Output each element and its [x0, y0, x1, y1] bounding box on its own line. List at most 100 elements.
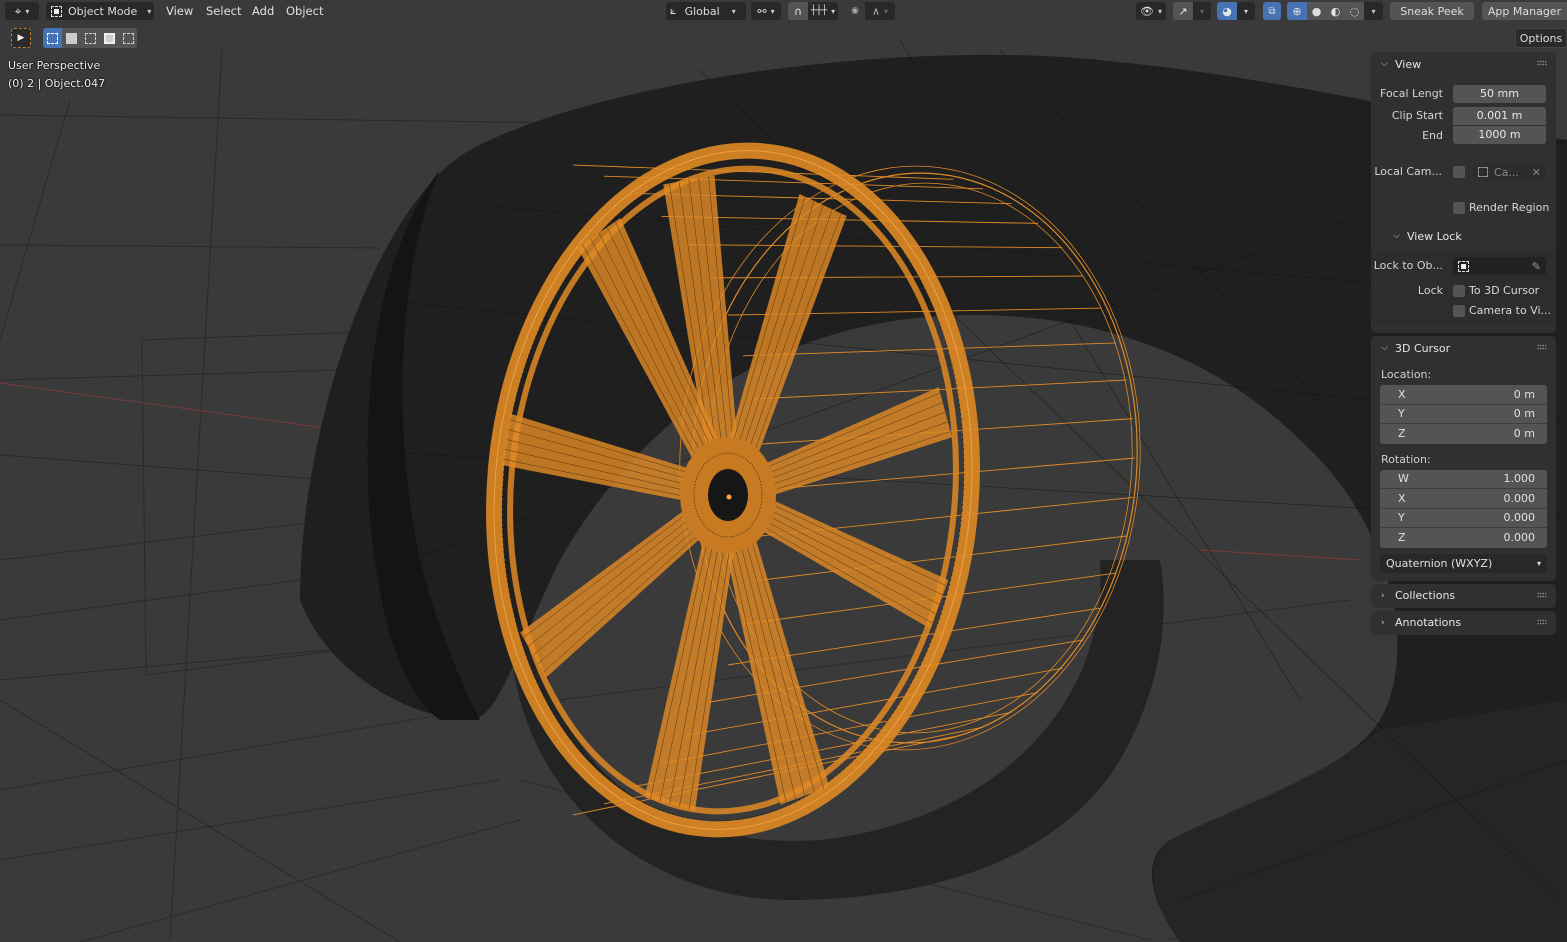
magnet-icon: ∩ — [793, 4, 803, 18]
drag-grip-icon[interactable] — [1537, 591, 1547, 598]
cursor-location-x[interactable]: X 0 m — [1380, 385, 1547, 405]
panel-title: Collections — [1395, 589, 1456, 602]
local-camera-label: Local Cam... — [1374, 165, 1442, 178]
chevron-right-icon: › — [1381, 617, 1385, 628]
eyedropper-icon[interactable]: ✎ — [1532, 260, 1541, 273]
chevron-down-icon: ▾ — [1157, 6, 1162, 16]
3d-viewport[interactable]: User Perspective (0) 2 | Object.047 — [0, 0, 1567, 942]
overlays-toggle[interactable]: ◕ — [1217, 2, 1237, 20]
drag-grip-icon[interactable] — [1537, 60, 1547, 66]
panel-3d-cursor: ⌵ 3D Cursor Location: X 0 m Y 0 m Z 0 m Rot… — [1371, 336, 1556, 581]
lock-to-object-field[interactable]: ✎ — [1453, 257, 1546, 275]
select-extend-button[interactable] — [62, 28, 81, 48]
select-extend-icon — [66, 32, 77, 44]
clip-end-field[interactable]: 1000 m — [1453, 126, 1546, 144]
camera-object-icon — [1478, 167, 1488, 177]
transform-orientation-dropdown[interactable]: ⟀ Global ▾ — [666, 2, 746, 20]
clip-end-label: End — [1422, 129, 1443, 142]
cursor-location-y[interactable]: Y 0 m — [1380, 405, 1547, 424]
clear-x-icon[interactable]: ✕ — [1532, 166, 1541, 179]
focal-length-label: Focal Lengt — [1380, 87, 1443, 100]
snap-increment-icon: ┼┼┼ — [810, 6, 828, 16]
falloff-dropdown[interactable]: ∧ ▾ — [865, 2, 895, 20]
cursor-rotation-w[interactable]: W 1.000 — [1380, 470, 1547, 489]
snap-target-dropdown[interactable]: ┼┼┼ ▾ — [808, 2, 838, 20]
menu-select[interactable]: Select — [206, 3, 241, 19]
cursor-location-z[interactable]: Z 0 m — [1380, 424, 1547, 444]
snap-toggle[interactable]: ∩ — [788, 2, 808, 20]
select-intersect-button[interactable] — [119, 28, 137, 48]
rotation-mode-dropdown[interactable]: Quaternion (WXYZ) ▾ — [1380, 553, 1547, 573]
object-mode-icon — [51, 5, 62, 17]
panel-3d-cursor-header[interactable]: ⌵ 3D Cursor — [1371, 336, 1556, 360]
proportional-edit-group: ◉ ∧ ▾ — [845, 2, 895, 20]
selection-mode-group — [43, 28, 137, 48]
drag-grip-icon[interactable] — [1537, 344, 1547, 350]
shading-material-button[interactable]: ◐ — [1326, 2, 1345, 20]
viewport-scene[interactable] — [0, 0, 1567, 942]
viewport-header: ⌖ ▾ Object Mode ▾ View Select Add Object … — [0, 0, 1567, 22]
shading-rendered-button[interactable]: ◌ — [1345, 2, 1364, 20]
cursor-rotation-y[interactable]: Y 0.000 — [1380, 509, 1547, 528]
overlays-group: ◕ ▾ — [1217, 2, 1255, 20]
select-set-button[interactable] — [43, 28, 62, 48]
select-invert-button[interactable] — [100, 28, 119, 48]
local-camera-checkbox[interactable] — [1453, 166, 1465, 178]
select-subtract-icon — [85, 32, 96, 44]
pivot-point-icon: ⚯ — [757, 4, 767, 18]
clip-start-field[interactable]: 0.001 m — [1453, 107, 1546, 125]
proportional-edit-toggle[interactable]: ◉ — [845, 2, 865, 20]
cursor-rotation-x[interactable]: X 0.000 — [1380, 489, 1547, 509]
gizmo-dropdown[interactable]: ▾ — [1193, 2, 1211, 20]
orientation-axes-icon: ⟀ — [670, 4, 677, 17]
shading-dropdown[interactable]: ▾ — [1364, 2, 1383, 20]
select-tool-button[interactable]: ▶ — [11, 28, 31, 48]
axis-label: W — [1398, 472, 1409, 486]
chevron-down-icon: ▾ — [831, 6, 836, 16]
chevron-down-icon: ⌵ — [1381, 343, 1388, 353]
options-button[interactable]: Options — [1515, 28, 1567, 48]
overlays-dropdown[interactable]: ▾ — [1237, 2, 1255, 20]
mode-dropdown[interactable]: Object Mode ▾ — [46, 2, 154, 20]
xray-toggle[interactable]: ⧉ — [1263, 2, 1281, 20]
cursor-location-vector: X 0 m Y 0 m Z 0 m — [1380, 385, 1547, 444]
drag-grip-icon[interactable] — [1537, 618, 1547, 625]
app-manager-button[interactable]: App Manager — [1482, 2, 1567, 20]
axis-value: 0.000 — [1503, 531, 1536, 545]
cursor-rotation-z[interactable]: Z 0.000 — [1380, 528, 1547, 548]
subpanel-view-lock-header[interactable]: ⌵ View Lock — [1371, 224, 1556, 248]
mode-label: Object Mode — [68, 4, 138, 18]
menu-view[interactable]: View — [166, 3, 193, 19]
panel-collections-header[interactable]: › Collections — [1371, 584, 1556, 608]
focal-length-field[interactable]: 50 mm — [1453, 85, 1546, 103]
subpanel-title: View Lock — [1407, 229, 1462, 243]
camera-to-view-checkbox[interactable] — [1453, 305, 1465, 317]
visibility-dropdown[interactable]: 👁 ▾ — [1136, 2, 1166, 20]
axis-value: 0 m — [1513, 387, 1535, 401]
menu-add[interactable]: Add — [252, 3, 274, 19]
shading-wireframe-button[interactable]: ⊕ — [1287, 2, 1307, 20]
sneak-peek-button[interactable]: Sneak Peek — [1390, 2, 1474, 20]
material-sphere-icon: ◐ — [1330, 4, 1341, 18]
panel-annotations: › Annotations — [1371, 610, 1556, 635]
panel-annotations-header[interactable]: › Annotations — [1371, 611, 1556, 635]
render-region-checkbox[interactable] — [1453, 202, 1465, 214]
editor-type-button[interactable]: ⌖ ▾ — [5, 2, 39, 20]
select-subtract-button[interactable] — [81, 28, 100, 48]
cursor-rotation-vector: W 1.000 X 0.000 Y 0.000 Z 0.000 — [1380, 469, 1547, 548]
pivot-point-dropdown[interactable]: ⚯ ▾ — [751, 2, 781, 20]
chevron-down-icon: ▾ — [1371, 6, 1376, 16]
lock-to-3d-cursor-checkbox[interactable] — [1453, 285, 1465, 297]
menu-object[interactable]: Object — [286, 3, 323, 19]
chevron-down-icon: ▾ — [1536, 558, 1541, 568]
panel-view-header[interactable]: ⌵ View — [1371, 52, 1556, 76]
chevron-down-icon: ⌵ — [1393, 231, 1400, 241]
axis-label: Z — [1398, 531, 1406, 545]
gizmo-toggle[interactable]: ↗ — [1173, 2, 1193, 20]
local-camera-field[interactable]: Ca... ✕ — [1473, 163, 1546, 181]
shading-solid-button[interactable]: ● — [1307, 2, 1326, 20]
x-axis-line — [0, 382, 341, 431]
axis-label: X — [1398, 387, 1406, 401]
panel-title: View — [1395, 57, 1422, 71]
gizmo-group: ↗ ▾ — [1173, 2, 1211, 20]
